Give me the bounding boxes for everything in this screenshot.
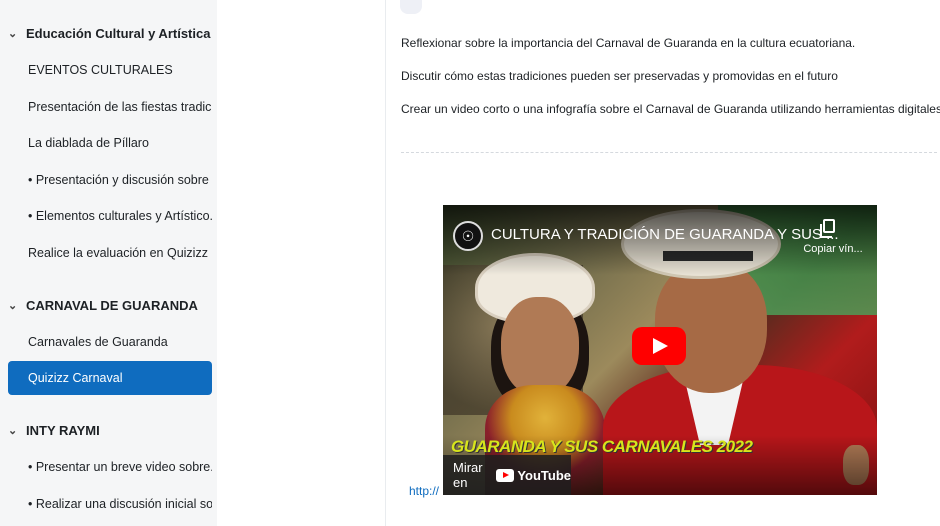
play-icon [653,338,668,354]
youtube-logo: YouTube [496,468,571,483]
activity-paragraph: Crear un video corto o una infografía so… [401,102,940,116]
copy-icon [820,219,835,238]
section-title: INTY RAYMI [26,422,100,438]
watch-on-label: Mirar en [453,460,483,490]
channel-avatar-icon[interactable]: ☉ [453,221,483,251]
play-button[interactable] [632,327,686,365]
chevron-down-icon[interactable]: ⌄ [8,299,22,312]
nav-item-presentacion-discusion[interactable]: • Presentación y discusión sobre ... [8,163,212,197]
nav-item-label: Carnavales de Guaranda [28,335,168,349]
youtube-embed[interactable]: ☉ CULTURA Y TRADICIÓN DE GUARANDA Y SUS … [443,205,877,495]
nav-item-label: Quizizz Carnaval [28,371,123,385]
nav-item-evaluacion-quizizz[interactable]: Realice la evaluación en Quizizz ... [8,236,212,270]
nav-item-label: • Realizar una discusión inicial so... [28,497,212,511]
nav-item-eventos-culturales[interactable]: EVENTOS CULTURALES [8,53,212,87]
watch-on-youtube-button[interactable]: Mirar en YouTube [443,455,571,495]
video-title[interactable]: CULTURA Y TRADICIÓN DE GUARANDA Y SUS ..… [491,226,839,243]
video-link[interactable]: http:// [409,484,439,498]
top-chip [400,0,422,14]
nav-item-presentacion-fiestas[interactable]: Presentación de las fiestas tradic... [8,90,212,124]
section-inty-raymi[interactable]: ⌄ INTY RAYMI [8,417,100,443]
nav-item-presentar-video[interactable]: • Presentar un breve video sobre... [8,450,212,484]
activity-paragraph: Reflexionar sobre la importancia del Car… [401,36,856,50]
activity-paragraph: Discutir cómo estas tradiciones pueden s… [401,69,838,83]
youtube-play-icon [496,468,515,482]
section-title: Educación Cultural y Artística [26,25,211,41]
video-thumbnail-person [501,297,579,397]
nav-item-label: • Presentar un breve video sobre... [28,460,212,474]
nav-item-label: Realice la evaluación en Quizizz ... [28,246,212,260]
section-title: CARNAVAL DE GUARANDA [26,297,198,313]
section-carnaval-guaranda[interactable]: ⌄ CARNAVAL DE GUARANDA [8,292,198,318]
nav-item-carnavales-guaranda[interactable]: Carnavales de Guaranda [8,325,212,359]
video-overlay-caption: GUARANDA Y SUS CARNAVALES 2022 [451,437,753,456]
section-educacion-cultural[interactable]: ⌄ Educación Cultural y Artística [8,20,210,46]
youtube-label: YouTube [517,467,571,483]
nav-item-elementos-culturales[interactable]: • Elementos culturales y Artístico... [8,199,212,233]
content-divider [385,0,386,526]
course-index-sidebar: ⌄ Educación Cultural y Artística EVENTOS… [0,0,217,526]
chevron-down-icon[interactable]: ⌄ [8,424,22,437]
nav-item-label: Presentación de las fiestas tradic... [28,100,212,114]
copy-link-button[interactable]: Copiar vín... [793,217,873,263]
nav-item-label: • Elementos culturales y Artístico... [28,209,212,223]
nav-item-discusion-inicial[interactable]: • Realizar una discusión inicial so... [8,487,212,521]
nav-item-label: La diablada de Píllaro [28,136,149,150]
nav-item-label: • Presentación y discusión sobre ... [28,173,212,187]
dashed-separator [401,152,937,153]
copy-link-label: Copiar vín... [803,243,863,255]
nav-item-diablada-pillaro[interactable]: La diablada de Píllaro [8,126,212,160]
nav-item-label: EVENTOS CULTURALES [28,63,173,77]
nav-item-quizizz-carnaval[interactable]: Quizizz Carnaval [8,361,212,395]
chevron-down-icon[interactable]: ⌄ [8,27,22,40]
